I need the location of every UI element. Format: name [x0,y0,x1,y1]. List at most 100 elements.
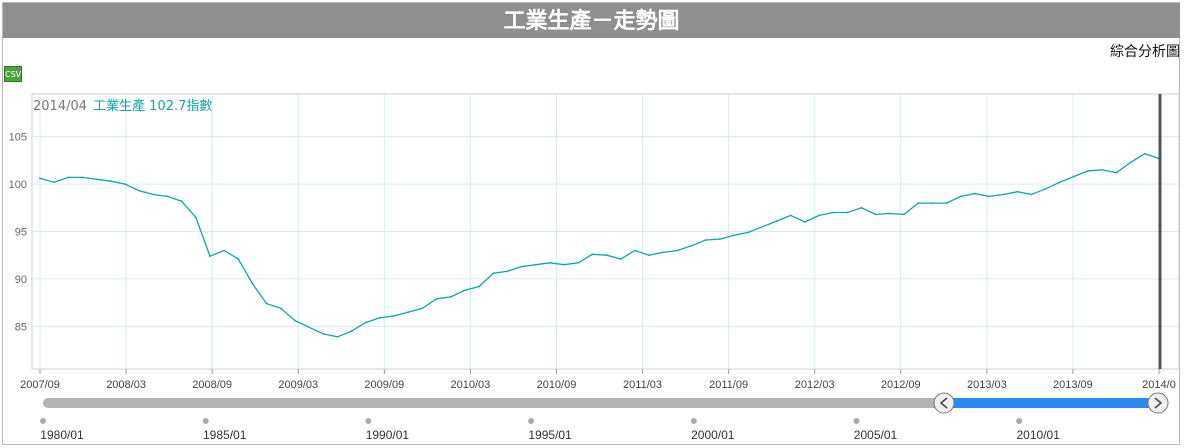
data-point [364,321,367,324]
x-tick-label: 2007/09 [20,379,60,391]
data-point [619,258,622,260]
data-point [761,225,764,228]
data-point [39,177,41,180]
navigator-tick-dot [365,418,372,424]
x-tick-label: 2013/03 [967,379,1007,391]
data-point [492,272,495,275]
data-point [251,282,254,285]
data-point [662,251,665,254]
data-point [237,258,240,260]
data-point [563,263,565,266]
data-point [818,214,820,217]
data-point [1129,161,1132,164]
x-tick-label: 2012/03 [795,379,835,391]
x-tick-label: 2009/03 [278,379,318,391]
data-point [888,212,891,215]
data-point [350,330,353,332]
navigator-selection[interactable] [944,398,1158,408]
y-tick-label: 105 [9,132,27,144]
line-chart[interactable]: 2007/09 2008/03 2008/09 2009/03 2009/09 2010/… [0,0,1184,448]
x-tick-label: 2014/0 [1142,379,1176,391]
data-point [67,176,70,179]
data-point [1101,168,1104,171]
hover-series-value: 工業生產 102.7指數 [93,99,212,114]
x-tick-label: 2008/09 [192,379,232,391]
data-point [124,183,126,185]
series-line[interactable] [39,152,1160,338]
data-point [973,192,976,195]
data-point [676,249,679,252]
navigator-year-label: 2005/01 [854,428,898,442]
data-point [1087,169,1090,172]
hover-date: 2014/04 [33,99,88,114]
data-point [449,296,452,298]
data-point [605,254,608,257]
x-tick-label: 2008/03 [106,379,146,391]
data-point [1030,193,1033,196]
data-point [464,289,466,292]
data-point [421,307,424,310]
navigator-year-label: 2000/01 [691,428,735,442]
data-point [1143,152,1146,155]
data-point [534,263,537,266]
navigator-tick-dot [40,418,46,424]
hover-series-name: 工業生產 [93,99,146,114]
data-point [1016,190,1019,193]
data-point [931,202,934,204]
data-point [988,195,990,198]
data-point [194,216,197,219]
x-tick-label: 2013/09 [1053,379,1093,391]
data-point [874,213,877,216]
data-point [478,285,481,288]
y-tick-label: 90 [15,274,27,286]
data-point [336,335,339,338]
data-point [1073,175,1075,178]
x-tick-label: 2009/09 [364,379,404,391]
y-tick-label: 85 [15,321,27,333]
data-point [577,261,580,264]
navigator-year-label: 2010/01 [1017,428,1061,442]
x-tick-label: 2011/09 [709,379,748,391]
navigator-left-handle[interactable] [933,392,955,414]
data-point [775,220,778,222]
data-point [704,239,707,241]
data-point [1044,187,1047,190]
data-point [832,211,835,214]
data-point [959,195,962,198]
data-point [1002,193,1005,196]
data-point [690,244,693,247]
navigator-tick-dot [202,418,209,424]
data-point [166,195,169,198]
data-point [95,178,98,181]
x-tick-label: 2012/09 [881,379,921,391]
data-point [407,311,410,314]
navigator-right-handle[interactable] [1147,392,1169,414]
data-point [520,265,523,268]
data-point [81,176,84,179]
data-point [648,254,650,257]
x-tick-label: 2011/03 [623,379,662,391]
hover-unit: 指數 [186,99,213,114]
x-tick-label: 2010/09 [537,379,577,391]
data-point [109,180,112,183]
data-point [393,314,396,317]
data-point [733,234,735,237]
data-point [152,193,155,196]
data-point [279,307,282,310]
navigator-year-label: 1990/01 [366,428,410,442]
y-tick-label: 95 [15,227,27,239]
data-point [138,189,141,192]
data-point [294,319,296,322]
data-point [718,238,721,240]
navigator-track[interactable] [43,398,944,408]
data-point [322,333,325,335]
data-point [803,221,806,223]
data-point [860,206,863,209]
data-point [506,270,509,273]
navigator-year-label: 1985/01 [203,428,247,442]
data-point [223,249,226,252]
navigator-tick-dot [528,418,535,424]
data-point [945,202,948,204]
data-point [209,255,211,258]
navigator-tick-dot [690,418,697,424]
